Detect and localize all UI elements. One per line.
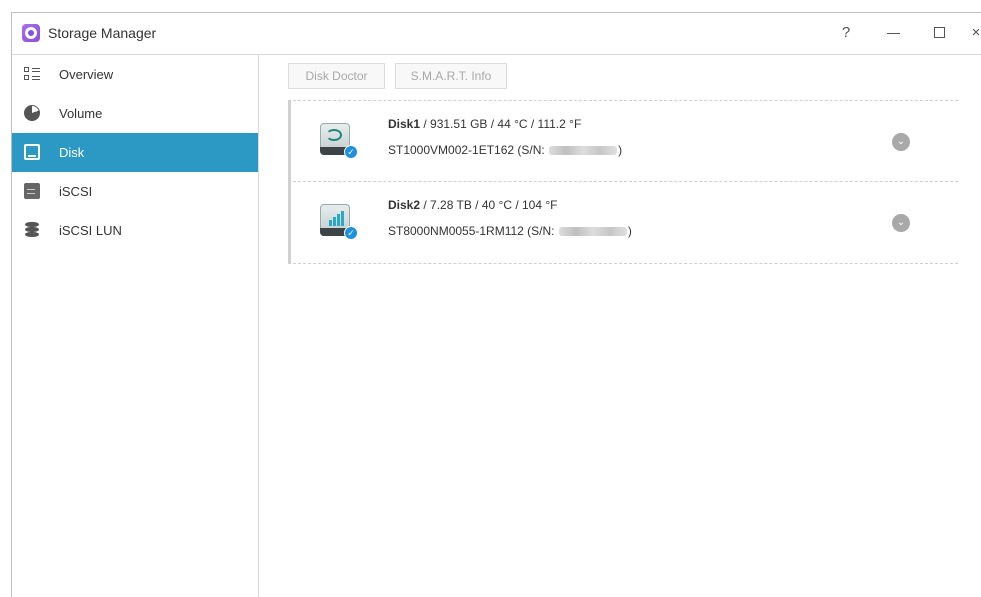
close-button[interactable]: × xyxy=(964,21,981,45)
volume-icon xyxy=(24,105,40,121)
window-title: Storage Manager xyxy=(48,25,157,41)
help-button[interactable]: ? xyxy=(834,21,858,45)
disk-summary: Disk1 / 931.51 GB / 44 °C / 111.2 °F xyxy=(388,117,581,131)
smart-info-button[interactable]: S.M.A.R.T. Info xyxy=(395,63,507,89)
sidebar-item-volume[interactable]: Volume xyxy=(12,94,258,133)
storage-manager-app-icon xyxy=(22,24,40,42)
overview-icon xyxy=(24,66,40,82)
disk-model: ST8000NM0055-1RM112 (S/N: xyxy=(388,224,555,238)
title-bar: Storage Manager ? × xyxy=(12,13,981,55)
disk-summary: Disk2 / 7.28 TB / 40 °C / 104 °F xyxy=(388,198,557,212)
storage-manager-window: Storage Manager ? × Overview Volume Disk… xyxy=(11,12,981,597)
disk-details: / 931.51 GB / 44 °C / 111.2 °F xyxy=(420,117,582,131)
disk-doctor-button[interactable]: Disk Doctor xyxy=(288,63,385,89)
check-badge-icon: ✓ xyxy=(344,226,358,240)
maximize-button[interactable] xyxy=(928,21,952,45)
sidebar-item-label: Overview xyxy=(59,67,114,82)
iscsi-icon xyxy=(24,183,40,199)
serial-number-redacted xyxy=(558,227,627,237)
sidebar-item-label: iSCSI xyxy=(59,184,93,199)
disk-model-line: ST1000VM002-1ET162 (S/N: ) xyxy=(388,143,622,157)
sidebar-item-label: Disk xyxy=(59,145,85,160)
sidebar-item-iscsi-lun[interactable]: iSCSI LUN xyxy=(12,211,258,250)
disk-list: ✓ Disk1 / 931.51 GB / 44 °C / 111.2 °F S… xyxy=(288,100,958,264)
maximize-icon xyxy=(934,27,945,38)
sidebar-item-disk[interactable]: Disk xyxy=(12,133,258,172)
iscsi-lun-icon xyxy=(24,222,40,238)
minimize-button[interactable] xyxy=(882,21,906,45)
expand-chevron-icon[interactable]: ⌄ xyxy=(892,133,910,151)
sidebar-item-label: iSCSI LUN xyxy=(59,223,122,238)
disk-model-line: ST8000NM0055-1RM112 (S/N: ) xyxy=(388,224,632,238)
expand-chevron-icon[interactable]: ⌄ xyxy=(892,214,910,232)
minimize-icon xyxy=(887,33,900,34)
hdd-icon: ✓ xyxy=(318,202,358,242)
help-icon: ? xyxy=(841,24,851,41)
main-content: Disk Doctor S.M.A.R.T. Info ✓ Disk1 / 93… xyxy=(260,55,981,597)
sidebar-item-iscsi[interactable]: iSCSI xyxy=(12,172,258,211)
disk-name: Disk2 xyxy=(388,198,421,212)
disk-name: Disk1 xyxy=(388,117,421,131)
disk-details: / 7.28 TB / 40 °C / 104 °F xyxy=(420,198,558,212)
disk-row-disk1[interactable]: ✓ Disk1 / 931.51 GB / 44 °C / 111.2 °F S… xyxy=(288,100,958,182)
disk-model: ST1000VM002-1ET162 (S/N: xyxy=(388,143,545,157)
disk-model-close: ) xyxy=(618,143,623,157)
sidebar: Overview Volume Disk iSCSI iSCSI LUN xyxy=(12,55,259,597)
serial-number-redacted xyxy=(549,146,618,156)
check-badge-icon: ✓ xyxy=(344,145,358,159)
disk-model-close: ) xyxy=(627,224,632,238)
disk-row-disk2[interactable]: ✓ Disk2 / 7.28 TB / 40 °C / 104 °F ST800… xyxy=(288,182,958,264)
sidebar-item-label: Volume xyxy=(59,106,103,121)
sidebar-item-overview[interactable]: Overview xyxy=(12,55,258,94)
disk-icon xyxy=(24,144,40,160)
close-icon: × xyxy=(971,24,981,41)
hdd-icon: ✓ xyxy=(318,121,358,161)
